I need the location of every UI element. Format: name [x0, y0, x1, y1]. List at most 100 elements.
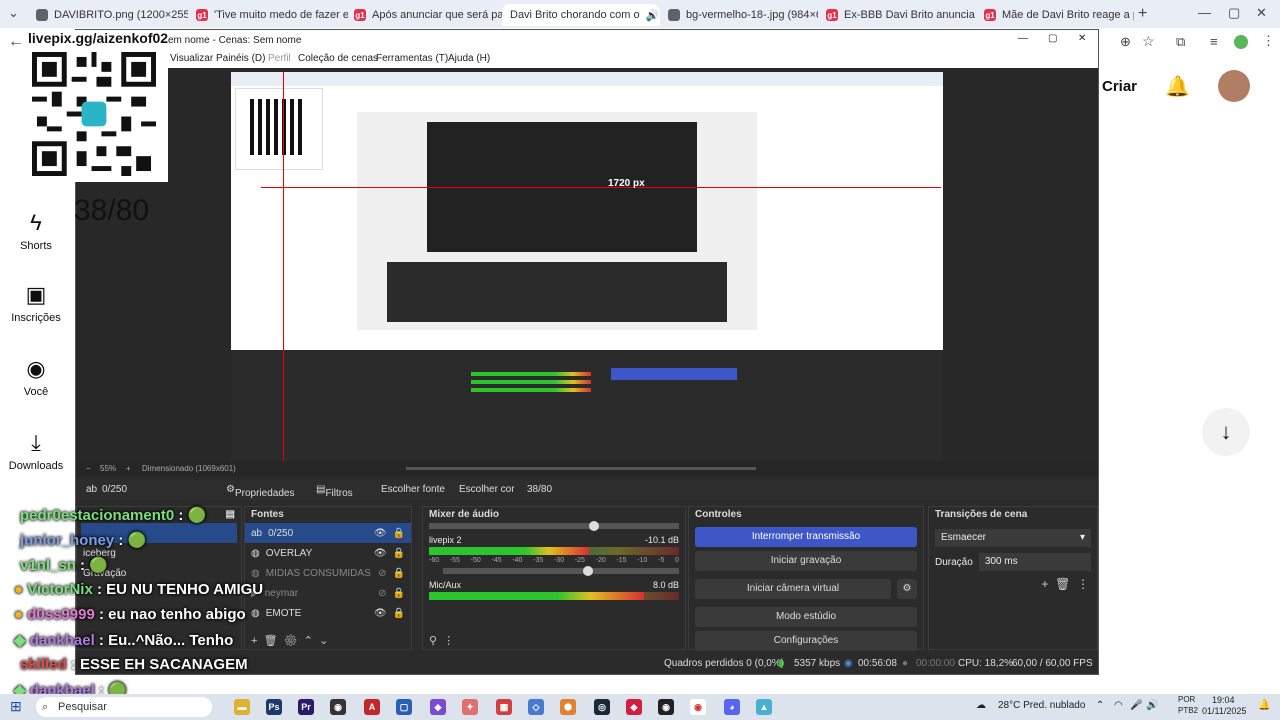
menu-view[interactable]: Visualizar — [170, 53, 213, 64]
weather-text[interactable]: 28°C Pred. nublado — [998, 700, 1085, 711]
zoom-in-icon[interactable]: + — [126, 464, 131, 473]
volume-slider[interactable] — [429, 521, 679, 531]
extensions-icon[interactable]: ⧉ — [1176, 34, 1185, 50]
maximize-icon[interactable]: ▢ — [1228, 5, 1240, 21]
settings-button[interactable]: Configurações — [695, 631, 917, 651]
source-row[interactable]: ◍ EMOTE 👁 🔒 — [245, 603, 411, 623]
tab-search-icon[interactable]: ⌄ — [8, 5, 19, 21]
tab-3-active[interactable]: ▶Davi Brito chorando com o🔊✕ — [502, 4, 660, 26]
eye-hidden-icon[interactable]: ⊘ — [378, 568, 386, 579]
scroll-down-arrow-icon[interactable]: ↓ — [1202, 408, 1250, 456]
slider-handle[interactable] — [583, 566, 593, 576]
source-row[interactable]: ◍ MIDIAS CONSUMIDAS ⊘ 🔒 — [245, 563, 411, 583]
clock-date[interactable]: 01/11/2025 — [1202, 706, 1246, 716]
tab-5[interactable]: g1Ex-BBB Davi Brito anuncia que✕ — [818, 4, 976, 26]
file-explorer-icon[interactable]: ▬ — [234, 699, 250, 715]
photoshop-icon[interactable]: Ps — [266, 699, 282, 715]
source-row[interactable]: ▶ neymar ⊘ 🔒 — [245, 583, 411, 603]
add-icon[interactable]: + — [251, 635, 257, 647]
menu-profile[interactable]: Perfil — [268, 53, 291, 64]
tab-6[interactable]: g1Mãe de Davi Brito reage a pedi✕ — [976, 4, 1134, 26]
avatar[interactable] — [1218, 70, 1250, 102]
lock-icon[interactable]: 🔒 — [393, 588, 405, 599]
trash-icon[interactable]: 🗑 — [264, 635, 278, 647]
steam-icon[interactable]: ◎ — [594, 699, 610, 715]
tray-chevron-icon[interactable]: ⌃ — [1096, 700, 1104, 711]
filters-button[interactable]: ▤ Filtros — [316, 484, 353, 499]
minimize-icon[interactable]: — — [1198, 5, 1211, 20]
keyboard-layout[interactable]: PTB2 — [1178, 706, 1198, 715]
horizontal-scrollbar[interactable] — [406, 467, 756, 470]
app-icon[interactable]: ◇ — [528, 699, 544, 715]
volume-slider[interactable] — [443, 566, 679, 576]
properties-button[interactable]: ⚙ Propriedades — [226, 484, 294, 499]
start-virtual-camera-button[interactable]: Iniciar câmera virtual — [695, 579, 891, 599]
tab-0[interactable]: DAVIBRITO.png (1200×2557)✕ — [28, 4, 188, 26]
tab-1[interactable]: g1'Tive muito medo de fazer essa✕ — [188, 4, 348, 26]
tab-2[interactable]: g1Após anunciar que será pai, ex✕ — [346, 4, 506, 26]
eye-icon[interactable]: 👁 — [374, 548, 387, 559]
menu-help[interactable]: Ajuda (H) — [448, 53, 490, 64]
notifications-bell-icon[interactable]: 🔔 — [1165, 74, 1190, 99]
app-icon[interactable]: ▲ — [756, 699, 772, 715]
speaker-icon[interactable]: 🔊 — [1146, 700, 1158, 711]
speaker-icon[interactable]: 🔊 — [646, 9, 660, 22]
close-icon[interactable]: ✕ — [1078, 33, 1086, 44]
start-recording-button[interactable]: Iniciar gravação — [695, 551, 917, 571]
clock-time[interactable]: 19:04 — [1212, 695, 1235, 705]
zoom-icon[interactable]: ⊕ — [1120, 34, 1131, 50]
wifi-icon[interactable]: ◠ — [1114, 700, 1123, 711]
close-window-icon[interactable]: ✕ — [1256, 5, 1267, 21]
source-row[interactable]: ab 0/250 👁 🔒 — [245, 523, 411, 543]
zoom-out-icon[interactable]: − — [86, 464, 91, 473]
add-icon[interactable]: + — [1041, 577, 1048, 591]
maximize-icon[interactable]: ▢ — [1048, 33, 1057, 44]
chrome-icon[interactable]: ◉ — [690, 699, 706, 715]
eye-icon[interactable]: 👁 — [374, 528, 387, 539]
app-icon[interactable]: ⬢ — [560, 699, 576, 715]
discord-icon[interactable]: ◕ — [724, 699, 740, 715]
eye-hidden-icon[interactable]: ⊘ — [378, 588, 386, 599]
nav-subscriptions[interactable]: ▣ Inscrições — [0, 282, 72, 324]
lock-icon[interactable]: 🔒 — [393, 548, 405, 559]
minimize-icon[interactable]: — — [1018, 33, 1028, 44]
create-button[interactable]: Criar — [1102, 78, 1137, 95]
new-tab-button[interactable]: + — [1138, 5, 1147, 23]
studio-mode-button[interactable]: Modo estúdio — [695, 607, 917, 627]
choose-font-button[interactable]: Escolher fonte — [381, 484, 445, 495]
notification-icon[interactable]: 🔔 — [1258, 700, 1270, 711]
language[interactable]: POR — [1178, 695, 1195, 704]
obs-studio-icon[interactable]: ◉ — [658, 699, 674, 715]
source-row[interactable]: ◍ OVERLAY 👁 🔒 — [245, 543, 411, 563]
virtual-camera-settings-gear-icon[interactable]: ⚙ — [897, 579, 917, 599]
nav-shorts[interactable]: ϟ Shorts — [0, 210, 72, 252]
move-up-icon[interactable]: ⌃ — [304, 635, 313, 647]
app-icon[interactable]: ◆ — [430, 699, 446, 715]
mic-icon[interactable]: 🎤 — [1130, 700, 1142, 711]
obs-icon[interactable]: ◉ — [330, 699, 346, 715]
lock-icon[interactable]: 🔒 — [393, 528, 405, 539]
back-arrow-icon[interactable]: ← — [8, 33, 24, 51]
premiere-icon[interactable]: Pr — [298, 699, 314, 715]
bookmark-star-icon[interactable]: ☆ — [1142, 33, 1155, 50]
search-box[interactable]: ⌕ Pesquisar — [36, 697, 212, 717]
acrobat-icon[interactable]: A — [364, 699, 380, 715]
gear-icon[interactable]: ⚙ — [284, 635, 298, 647]
menu-scene-collection[interactable]: Coleção de cenas — [298, 53, 378, 64]
duration-input[interactable]: 300 ms — [978, 553, 1091, 571]
menu-kebab-icon[interactable]: ⋮ — [1077, 577, 1089, 591]
move-down-icon[interactable]: ⌄ — [319, 635, 328, 647]
menu-kebab-icon[interactable]: ⋮ — [1262, 33, 1275, 49]
app-icon[interactable]: ✦ — [462, 699, 478, 715]
menu-tools[interactable]: Ferramentas (T) — [376, 53, 448, 64]
nav-you[interactable]: ◉ Você — [0, 356, 72, 398]
nav-downloads[interactable]: ⤓ Downloads — [0, 430, 72, 472]
app-icon[interactable]: ▦ — [496, 699, 512, 715]
reading-list-icon[interactable]: ≡ — [1210, 34, 1218, 49]
eye-icon[interactable]: 👁 — [374, 608, 387, 619]
profile-icon[interactable] — [1234, 35, 1248, 49]
menu-kebab-icon[interactable]: ⋮ — [443, 635, 454, 647]
trash-icon[interactable]: 🗑 — [1055, 577, 1070, 591]
lock-icon[interactable]: 🔒 — [393, 568, 405, 579]
transition-select[interactable]: Esmaecer ▾ — [935, 529, 1091, 547]
